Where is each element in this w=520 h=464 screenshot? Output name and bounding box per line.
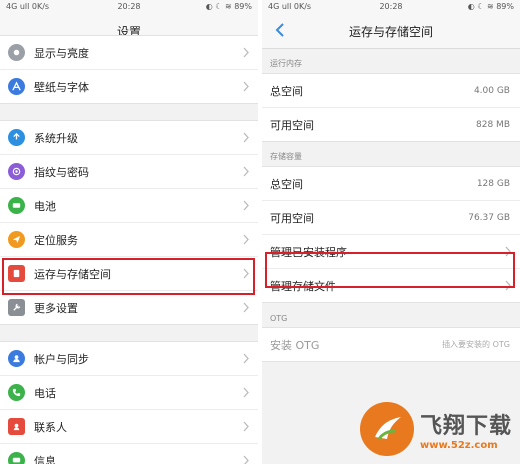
settings-item-label: 电话 xyxy=(34,386,56,400)
settings-group-display: 显示与亮度 壁纸与字体 xyxy=(0,35,258,104)
chevron-right-icon xyxy=(243,132,249,143)
chevron-right-icon xyxy=(243,455,249,464)
otg-group: 安装 OTG 插入要安装的 OTG xyxy=(262,327,520,362)
storage-section-header: 存储容量 xyxy=(270,152,302,161)
settings-item-label: 信息 xyxy=(34,454,56,464)
message-icon xyxy=(8,452,25,464)
settings-item-label: 电池 xyxy=(34,199,56,213)
phone-icon xyxy=(8,384,25,401)
row-label: 总空间 xyxy=(270,84,303,98)
row-label: 可用空间 xyxy=(270,118,314,132)
settings-item-battery[interactable]: 电池 xyxy=(0,189,258,223)
chevron-right-icon xyxy=(243,81,249,92)
status-bar: 4G ull 0K/s 20:28 ◐ ☾ ≋ 89% xyxy=(0,0,258,14)
highlight-manage-apps xyxy=(265,252,515,288)
settings-item-label: 壁纸与字体 xyxy=(34,80,89,94)
settings-item-label: 帐户与同步 xyxy=(34,352,89,366)
battery-icon xyxy=(8,197,25,214)
settings-item-messages[interactable]: 信息 xyxy=(0,444,258,464)
settings-item-label: 系统升级 xyxy=(34,131,78,145)
settings-item-more[interactable]: 更多设置 xyxy=(0,291,258,324)
ram-total-row: 总空间 4.00 GB xyxy=(262,74,520,108)
ram-group: 总空间 4.00 GB 可用空间 828 MB xyxy=(262,73,520,142)
install-otg-row: 安装 OTG 插入要安装的 OTG xyxy=(262,328,520,361)
battery-status: ◐ ☾ ≋ 89% xyxy=(205,2,252,11)
row-value: 828 MB xyxy=(476,119,510,130)
chevron-right-icon xyxy=(243,302,249,313)
settings-item-label: 更多设置 xyxy=(34,301,78,315)
wrench-icon xyxy=(8,299,25,316)
ram-section-header: 运行内存 xyxy=(270,59,302,68)
settings-item-label: 联系人 xyxy=(34,420,67,434)
storage-total-row: 总空间 128 GB xyxy=(262,167,520,201)
update-icon xyxy=(8,129,25,146)
account-icon xyxy=(8,350,25,367)
nav-bar: 运存与存储空间 xyxy=(262,14,520,49)
chevron-right-icon xyxy=(243,421,249,432)
chevron-right-icon xyxy=(243,353,249,364)
font-icon xyxy=(8,78,25,95)
row-label: 总空间 xyxy=(270,177,303,191)
contacts-icon xyxy=(8,418,25,435)
settings-item-label: 定位服务 xyxy=(34,233,78,247)
chevron-right-icon xyxy=(243,47,249,58)
battery-status: ◐ ☾ ≋ 89% xyxy=(467,2,514,11)
page-title: 运存与存储空间 xyxy=(348,25,433,39)
settings-item-label: 显示与亮度 xyxy=(34,46,89,60)
settings-item-accounts[interactable]: 帐户与同步 xyxy=(0,342,258,376)
settings-item-update[interactable]: 系统升级 xyxy=(0,121,258,155)
row-value: 4.00 GB xyxy=(473,85,510,96)
row-label: 安装 OTG xyxy=(270,338,320,352)
row-label: 可用空间 xyxy=(270,211,314,225)
settings-item-display[interactable]: 显示与亮度 xyxy=(0,36,258,70)
settings-group-accounts: 帐户与同步 电话 联系人 信息 xyxy=(0,341,258,464)
status-bar: 4G ull 0K/s 20:28 ◐ ☾ ≋ 89% xyxy=(262,0,520,14)
settings-item-label: 指纹与密码 xyxy=(34,165,89,179)
ram-available-row: 可用空间 828 MB xyxy=(262,108,520,141)
chevron-right-icon xyxy=(243,387,249,398)
watermark-url: www.52z.com xyxy=(419,439,498,451)
row-value: 128 GB xyxy=(476,178,510,189)
otg-section-header: OTG xyxy=(270,314,288,323)
chevron-right-icon xyxy=(243,200,249,211)
settings-item-contacts[interactable]: 联系人 xyxy=(0,410,258,444)
sun-icon xyxy=(8,44,25,61)
storage-screen: 4G ull 0K/s 20:28 ◐ ☾ ≋ 89% 运存与存储空间 运行内存… xyxy=(262,0,520,464)
settings-item-wallpaper[interactable]: 壁纸与字体 xyxy=(0,70,258,103)
settings-item-location[interactable]: 定位服务 xyxy=(0,223,258,257)
watermark-title: 飞翔下载 xyxy=(419,413,512,439)
highlight-storage-item xyxy=(2,258,255,295)
location-icon xyxy=(8,231,25,248)
fingerprint-icon xyxy=(8,163,25,180)
chevron-right-icon xyxy=(243,234,249,245)
settings-item-phone[interactable]: 电话 xyxy=(0,376,258,410)
settings-item-fingerprint[interactable]: 指纹与密码 xyxy=(0,155,258,189)
row-value: 插入要安装的 OTG xyxy=(442,340,510,349)
storage-available-row: 可用空间 76.37 GB xyxy=(262,201,520,235)
settings-screen: 4G ull 0K/s 20:28 ◐ ☾ ≋ 89% 设置 显示与亮度 壁纸与… xyxy=(0,0,258,464)
row-value: 76.37 GB xyxy=(468,212,510,223)
chevron-right-icon xyxy=(243,166,249,177)
watermark: 飞翔下载 www.52z.com xyxy=(359,402,512,456)
watermark-logo-icon xyxy=(359,402,414,456)
